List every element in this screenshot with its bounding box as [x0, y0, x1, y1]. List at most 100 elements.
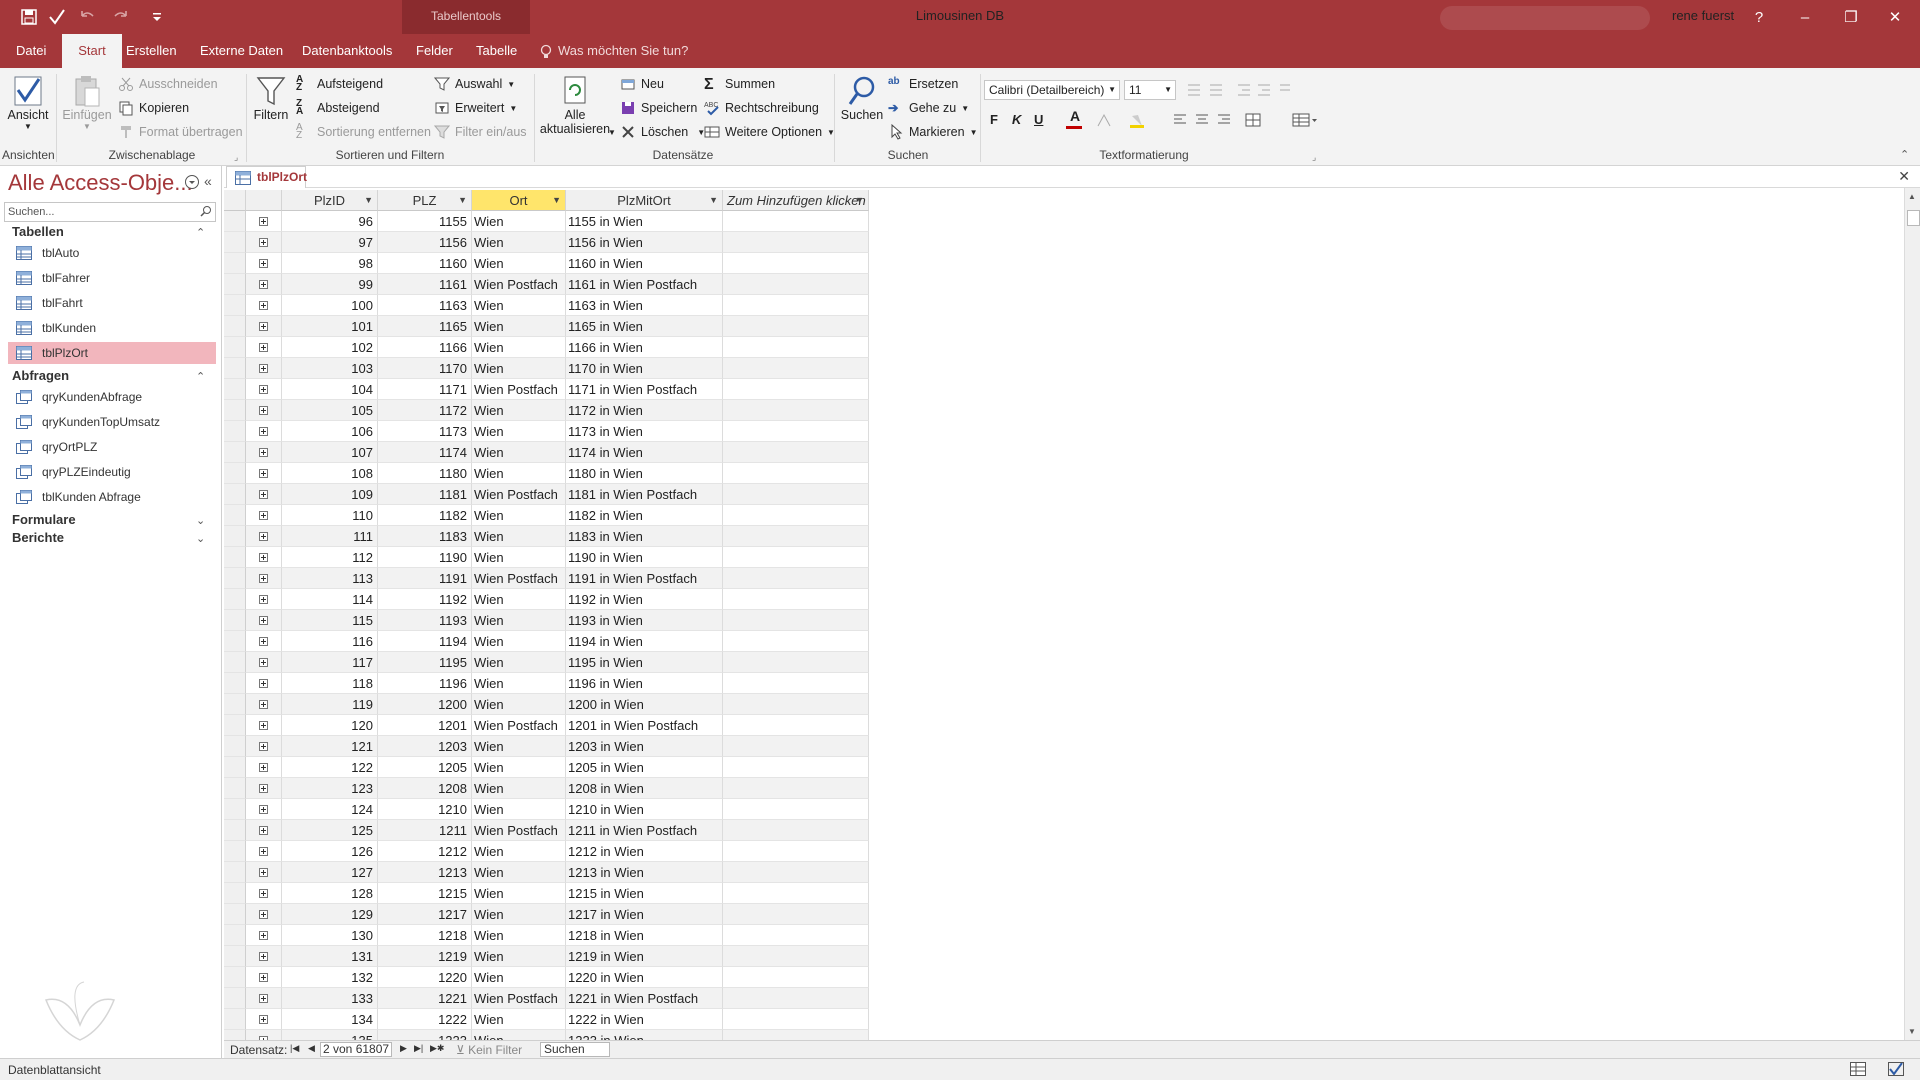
table-row[interactable]: 99 1161 Wien Postfach 1161 in Wien Postfach — [224, 274, 869, 295]
table-row[interactable]: 123 1208 Wien 1208 in Wien — [224, 778, 869, 799]
cell-plz[interactable]: 1210 — [378, 799, 472, 820]
cell-ort[interactable]: Wien Postfach — [472, 379, 566, 400]
record-selector[interactable] — [224, 757, 246, 778]
expand-subdatasheet-icon[interactable] — [246, 883, 282, 904]
cell-plz[interactable]: 1180 — [378, 463, 472, 484]
cell-add-field[interactable] — [723, 379, 869, 400]
table-row[interactable]: 102 1166 Wien 1166 in Wien — [224, 337, 869, 358]
cell-add-field[interactable] — [723, 1030, 869, 1040]
cell-add-field[interactable] — [723, 253, 869, 274]
expand-subdatasheet-icon[interactable] — [246, 841, 282, 862]
cell-plz[interactable]: 1160 — [378, 253, 472, 274]
cell-plzid[interactable]: 108 — [282, 463, 378, 484]
cell-plz[interactable]: 1182 — [378, 505, 472, 526]
text-format-launcher-icon[interactable]: ⌟ — [1312, 152, 1316, 163]
cell-plzid[interactable]: 113 — [282, 568, 378, 589]
expand-subdatasheet-icon[interactable] — [246, 820, 282, 841]
bold-button[interactable]: F — [990, 112, 998, 127]
expand-subdatasheet-icon[interactable] — [246, 799, 282, 820]
cell-ort[interactable]: Wien — [472, 358, 566, 379]
cell-plz[interactable]: 1205 — [378, 757, 472, 778]
cell-add-field[interactable] — [723, 295, 869, 316]
cell-plzmitort[interactable]: 1205 in Wien — [566, 757, 723, 778]
cell-plz[interactable]: 1194 — [378, 631, 472, 652]
table-row[interactable]: 98 1160 Wien 1160 in Wien — [224, 253, 869, 274]
record-search-input[interactable]: Suchen — [540, 1042, 610, 1057]
table-row[interactable]: 113 1191 Wien Postfach 1191 in Wien Postfac… — [224, 568, 869, 589]
cell-plzid[interactable]: 117 — [282, 652, 378, 673]
spelling-button[interactable]: ABC Rechtschreibung — [704, 100, 819, 116]
cell-add-field[interactable] — [723, 904, 869, 925]
cell-plzmitort[interactable]: 1192 in Wien — [566, 589, 723, 610]
table-row[interactable]: 115 1193 Wien 1193 in Wien — [224, 610, 869, 631]
table-row[interactable]: 107 1174 Wien 1174 in Wien — [224, 442, 869, 463]
cell-ort[interactable]: Wien — [472, 253, 566, 274]
cell-add-field[interactable] — [723, 547, 869, 568]
record-selector[interactable] — [224, 316, 246, 337]
cell-plz[interactable]: 1201 — [378, 715, 472, 736]
expand-subdatasheet-icon[interactable] — [246, 274, 282, 295]
cell-ort[interactable]: Wien — [472, 526, 566, 547]
cell-plzid[interactable]: 121 — [282, 736, 378, 757]
record-selector[interactable] — [224, 904, 246, 925]
cell-plz[interactable]: 1203 — [378, 736, 472, 757]
user-name[interactable]: rene fuerst — [1672, 8, 1734, 23]
cell-add-field[interactable] — [723, 484, 869, 505]
record-selector[interactable] — [224, 547, 246, 568]
expand-subdatasheet-icon[interactable] — [246, 526, 282, 547]
cell-plzid[interactable]: 110 — [282, 505, 378, 526]
cell-plzid[interactable]: 116 — [282, 631, 378, 652]
cell-add-field[interactable] — [723, 925, 869, 946]
cell-ort[interactable]: Wien — [472, 778, 566, 799]
cell-plz[interactable]: 1195 — [378, 652, 472, 673]
sort-ascending-button[interactable]: A Z Aufsteigend — [296, 75, 383, 93]
record-selector[interactable] — [224, 946, 246, 967]
cell-plzmitort[interactable]: 1201 in Wien Postfach — [566, 715, 723, 736]
record-selector[interactable] — [224, 442, 246, 463]
expand-subdatasheet-icon[interactable] — [246, 610, 282, 631]
cell-plz[interactable]: 1192 — [378, 589, 472, 610]
cell-plz[interactable]: 1181 — [378, 484, 472, 505]
restore-button[interactable]: ❐ — [1834, 4, 1868, 30]
cell-add-field[interactable] — [723, 736, 869, 757]
record-selector[interactable] — [224, 1009, 246, 1030]
cell-plz[interactable]: 1155 — [378, 211, 472, 232]
expand-subdatasheet-icon[interactable] — [246, 715, 282, 736]
cell-add-field[interactable] — [723, 967, 869, 988]
redo-icon[interactable] — [112, 8, 130, 26]
record-selector[interactable] — [224, 526, 246, 547]
expand-subdatasheet-icon[interactable] — [246, 211, 282, 232]
cell-plzmitort[interactable]: 1173 in Wien — [566, 421, 723, 442]
cell-plzid[interactable]: 102 — [282, 337, 378, 358]
close-document-icon[interactable]: ✕ — [1898, 168, 1910, 185]
cell-plz[interactable]: 1220 — [378, 967, 472, 988]
expand-subdatasheet-icon[interactable] — [246, 379, 282, 400]
cell-ort[interactable]: Wien — [472, 757, 566, 778]
cell-plz[interactable]: 1173 — [378, 421, 472, 442]
expand-subdatasheet-icon[interactable] — [246, 547, 282, 568]
format-painter-button[interactable]: Format übertragen — [118, 124, 243, 140]
record-selector[interactable] — [224, 610, 246, 631]
cell-ort[interactable]: Wien — [472, 505, 566, 526]
nav-item-qryortplz[interactable]: qryOrtPLZ — [8, 436, 216, 458]
expand-subdatasheet-icon[interactable] — [246, 442, 282, 463]
record-selector[interactable] — [224, 841, 246, 862]
cell-plz[interactable]: 1172 — [378, 400, 472, 421]
selection-filter-button[interactable]: Auswahl ▼ — [434, 76, 515, 92]
cell-add-field[interactable] — [723, 694, 869, 715]
table-row[interactable]: 118 1196 Wien 1196 in Wien — [224, 673, 869, 694]
table-row[interactable]: 1351223Wien1223 in Wien — [224, 1030, 869, 1040]
cell-ort[interactable]: Wien Postfach — [472, 715, 566, 736]
new-record-button[interactable]: Neu — [620, 76, 664, 92]
cell-plzmitort[interactable]: 1219 in Wien — [566, 946, 723, 967]
cell-plzid[interactable]: 101 — [282, 316, 378, 337]
record-selector[interactable] — [224, 232, 246, 253]
record-selector[interactable] — [224, 484, 246, 505]
view-switch-icon[interactable] — [48, 8, 66, 26]
expand-subdatasheet-icon[interactable] — [246, 904, 282, 925]
datasheet-view-icon[interactable] — [1850, 1062, 1866, 1076]
table-row[interactable]: 97 1156 Wien 1156 in Wien — [224, 232, 869, 253]
cell-plzmitort[interactable]: 1203 in Wien — [566, 736, 723, 757]
cell-plzid[interactable]: 100 — [282, 295, 378, 316]
column-header-add-field[interactable]: Zum Hinzufügen klicken ▼ — [723, 190, 869, 211]
